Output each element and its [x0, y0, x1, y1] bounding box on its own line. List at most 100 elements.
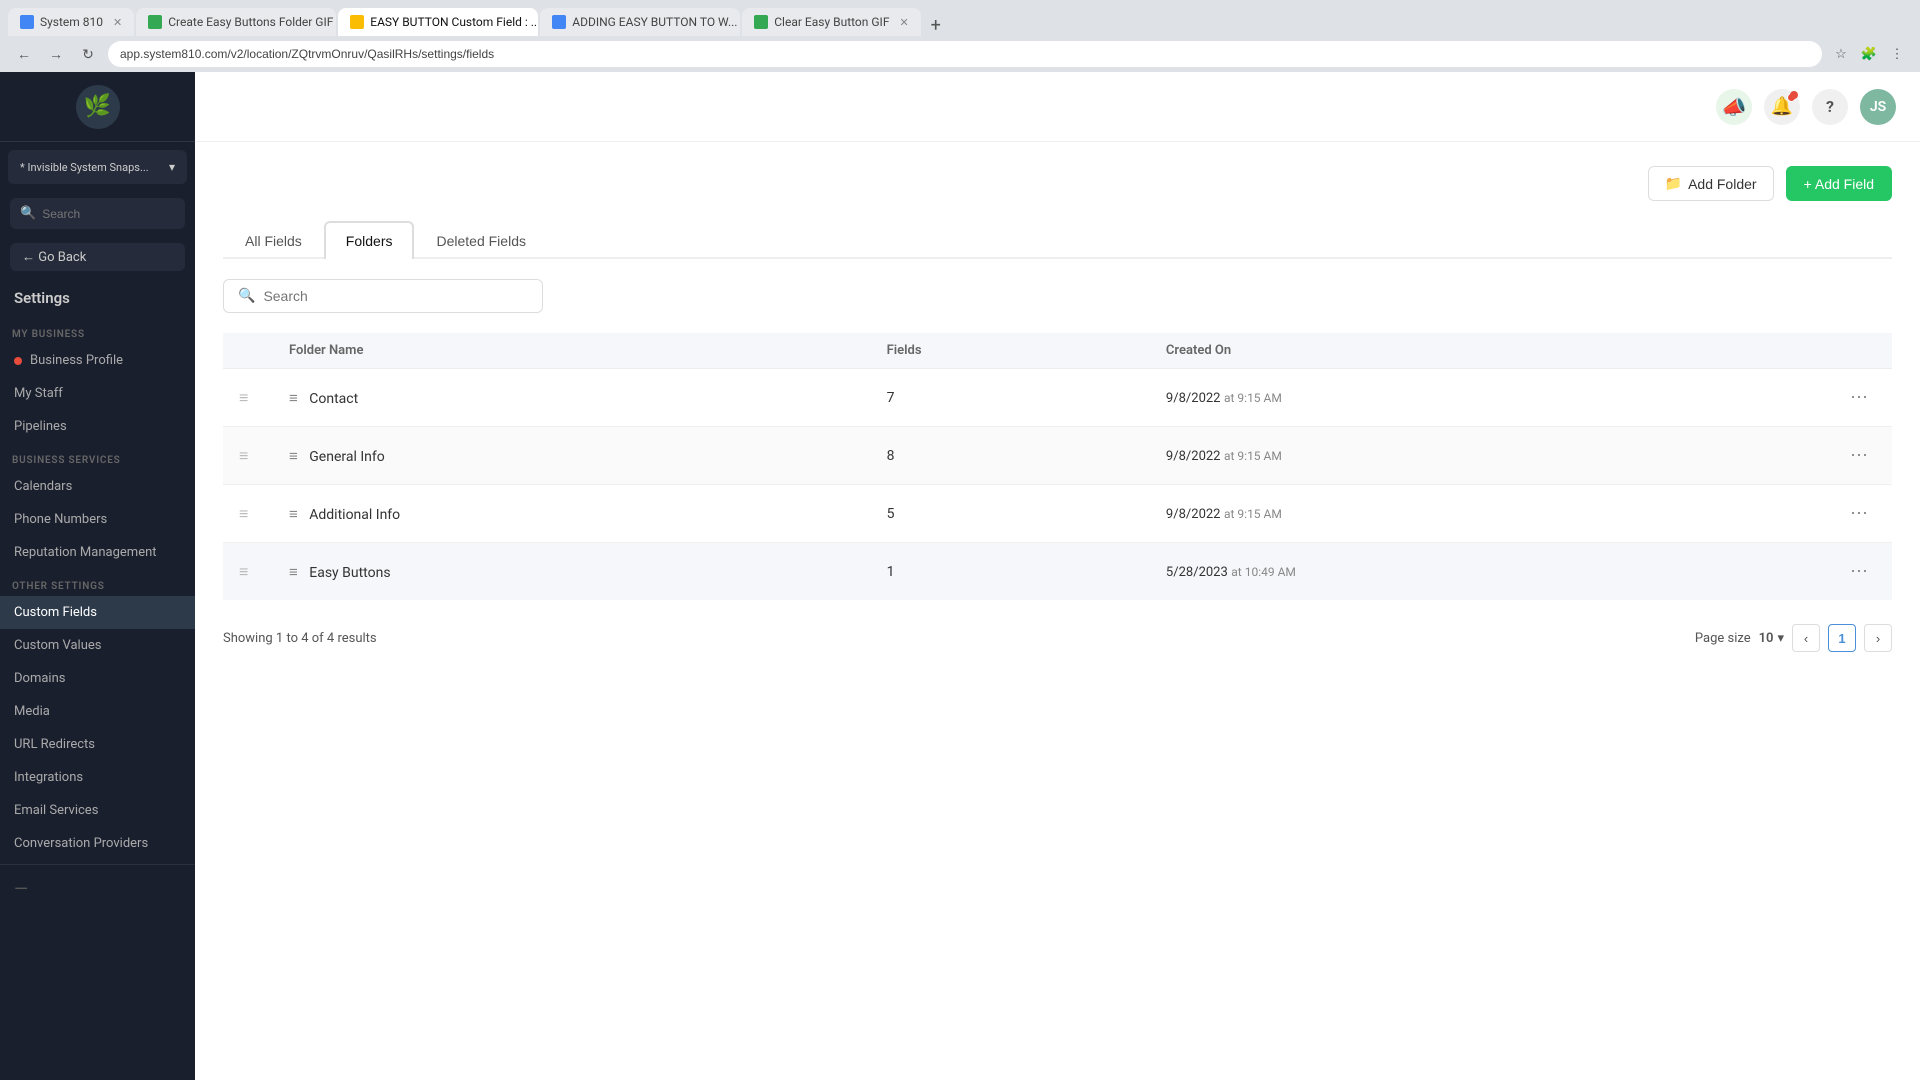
avatar-initials: JS: [1870, 99, 1886, 115]
folder-name-label: Additional Info: [309, 507, 400, 523]
folder-name-label: Contact: [309, 391, 358, 407]
tabs-row: All Fields Folders Deleted Fields: [223, 221, 1892, 259]
pagination-controls: Page size 10 ▾ ‹ 1 ›: [1695, 624, 1892, 652]
folder-row-icon: ≡: [289, 447, 298, 465]
marketing-icon: 📣: [1722, 95, 1747, 119]
add-folder-button[interactable]: 📁 Add Folder: [1648, 166, 1774, 201]
table-row: ≡ ≡ Additional Info 5 9/8/2022 at 9:15 A…: [223, 485, 1892, 543]
fields-count: 1: [887, 564, 895, 580]
browser-actions: ☆ 🧩 ⋮: [1830, 43, 1908, 65]
marketing-icon-btn[interactable]: 📣: [1716, 89, 1752, 125]
sidebar-label-phone-numbers: Phone Numbers: [14, 512, 107, 527]
sidebar-label-business-profile: Business Profile: [30, 353, 123, 368]
page-size-selector[interactable]: Page size 10 ▾: [1695, 631, 1784, 646]
actions-cell-row-general-info: ⋯: [1826, 427, 1892, 485]
sidebar-logo: 🌿: [0, 72, 195, 142]
action-bar: 📁 Add Folder + Add Field: [223, 166, 1892, 201]
page-size-chevron-icon: ▾: [1777, 631, 1784, 646]
table-row: ≡ ≡ General Info 8 9/8/2022 at 9:15 AM ⋯: [223, 427, 1892, 485]
top-bar: 📣 🔔 ? JS: [195, 72, 1920, 142]
next-page-btn[interactable]: ›: [1864, 624, 1892, 652]
created-time: at 10:49 AM: [1231, 565, 1296, 579]
address-input[interactable]: [108, 41, 1822, 67]
tab-favicon-1: [20, 15, 34, 29]
row-more-btn-row-contact[interactable]: ⋯: [1842, 383, 1876, 412]
sidebar-item-custom-fields[interactable]: Custom Fields: [0, 596, 195, 629]
back-btn[interactable]: ←: [12, 42, 36, 66]
row-more-btn-row-easy-buttons[interactable]: ⋯: [1842, 557, 1876, 586]
row-more-btn-row-additional-info[interactable]: ⋯: [1842, 499, 1876, 528]
sidebar-item-media[interactable]: Media: [0, 695, 195, 728]
new-tab-btn[interactable]: +: [923, 15, 949, 36]
notification-badge: [1787, 93, 1796, 102]
forward-btn[interactable]: →: [44, 42, 68, 66]
page-1-btn[interactable]: 1: [1828, 624, 1856, 652]
sidebar-item-calendars[interactable]: Calendars: [0, 470, 195, 503]
sidebar-item-pipelines[interactable]: Pipelines: [0, 410, 195, 443]
avatar[interactable]: JS: [1860, 89, 1896, 125]
go-back-button[interactable]: ← Go Back: [10, 243, 185, 271]
folder-search-input[interactable]: [263, 288, 528, 304]
sidebar-label-email-services: Email Services: [14, 803, 98, 818]
folder-row-icon: ≡: [289, 563, 298, 581]
sidebar-more-icon[interactable]: —: [0, 869, 195, 910]
location-selector[interactable]: * Invisible System Snaps... ▾: [8, 150, 187, 184]
fields-count: 7: [887, 390, 895, 406]
created-on-cell-row-contact: 9/8/2022 at 9:15 AM: [1150, 369, 1826, 427]
sidebar-item-reputation-management[interactable]: Reputation Management: [0, 536, 195, 569]
my-business-section-label: MY BUSINESS: [0, 317, 195, 344]
tab-deleted-fields[interactable]: Deleted Fields: [414, 221, 548, 259]
help-btn[interactable]: ?: [1812, 89, 1848, 125]
sidebar-item-email-services[interactable]: Email Services: [0, 794, 195, 827]
bookmark-btn[interactable]: ☆: [1830, 43, 1852, 65]
sidebar-item-custom-values[interactable]: Custom Values: [0, 629, 195, 662]
location-chevron-icon: ▾: [169, 160, 175, 174]
page-size-label: Page size: [1695, 631, 1751, 646]
sidebar: 🌿 * Invisible System Snaps... ▾ 🔍 ⌘K + ←…: [0, 72, 195, 1080]
tab-close-1[interactable]: ✕: [113, 16, 122, 29]
browser-tab-1[interactable]: System 810 ✕: [8, 8, 134, 36]
add-field-button[interactable]: + Add Field: [1786, 166, 1892, 201]
sidebar-item-phone-numbers[interactable]: Phone Numbers: [0, 503, 195, 536]
table-row: ≡ ≡ Contact 7 9/8/2022 at 9:15 AM ⋯: [223, 369, 1892, 427]
created-on-cell-row-general-info: 9/8/2022 at 9:15 AM: [1150, 427, 1826, 485]
sidebar-item-my-staff[interactable]: My Staff: [0, 377, 195, 410]
actions-cell-row-additional-info: ⋯: [1826, 485, 1892, 543]
tab-title-4: ADDING EASY BUTTON TO W...: [572, 15, 737, 29]
browser-tab-3[interactable]: EASY BUTTON Custom Field : ... ✕: [338, 8, 538, 36]
tab-all-fields-label: All Fields: [245, 233, 302, 249]
tab-close-5[interactable]: ✕: [899, 16, 908, 29]
sidebar-label-pipelines: Pipelines: [14, 419, 67, 434]
pagination-info: Showing 1 to 4 of 4 results: [223, 631, 377, 646]
tab-all-fields[interactable]: All Fields: [223, 221, 324, 259]
created-date: 9/8/2022: [1166, 449, 1221, 464]
search-input[interactable]: [42, 207, 195, 221]
page-1-label: 1: [1838, 631, 1845, 646]
browser-tab-2[interactable]: Create Easy Buttons Folder GIF ... ✕: [136, 8, 336, 36]
logo-icon: 🌿: [84, 94, 111, 119]
sidebar-item-domains[interactable]: Domains: [0, 662, 195, 695]
fields-cell-row-additional-info: 5: [871, 485, 1150, 543]
tab-folders[interactable]: Folders: [324, 221, 415, 259]
folder-name-cell-row-contact: ≡ Contact: [273, 369, 871, 427]
row-more-btn-row-general-info[interactable]: ⋯: [1842, 441, 1876, 470]
drag-cell-row-general-info: ≡: [223, 427, 273, 485]
sidebar-item-url-redirects[interactable]: URL Redirects: [0, 728, 195, 761]
sidebar-label-integrations: Integrations: [14, 770, 83, 785]
prev-page-btn[interactable]: ‹: [1792, 624, 1820, 652]
notification-btn[interactable]: 🔔: [1764, 89, 1800, 125]
reload-btn[interactable]: ↻: [76, 42, 100, 66]
fields-cell-row-general-info: 8: [871, 427, 1150, 485]
browser-tab-5[interactable]: Clear Easy Button GIF ✕: [742, 8, 920, 36]
tab-title-3: EASY BUTTON Custom Field : ...: [370, 15, 538, 29]
settings-heading: Settings: [0, 279, 195, 317]
sidebar-label-url-redirects: URL Redirects: [14, 737, 95, 752]
sidebar-item-business-profile[interactable]: Business Profile: [0, 344, 195, 377]
more-options-btn[interactable]: ⋮: [1886, 43, 1908, 65]
browser-tab-4[interactable]: ADDING EASY BUTTON TO W... ✕: [540, 8, 740, 36]
main-content: 📣 🔔 ? JS 📁 Add Folder: [195, 72, 1920, 1080]
extensions-btn[interactable]: 🧩: [1858, 43, 1880, 65]
sidebar-item-integrations[interactable]: Integrations: [0, 761, 195, 794]
th-fields: Fields: [871, 333, 1150, 369]
sidebar-item-conversation-providers[interactable]: Conversation Providers: [0, 827, 195, 860]
